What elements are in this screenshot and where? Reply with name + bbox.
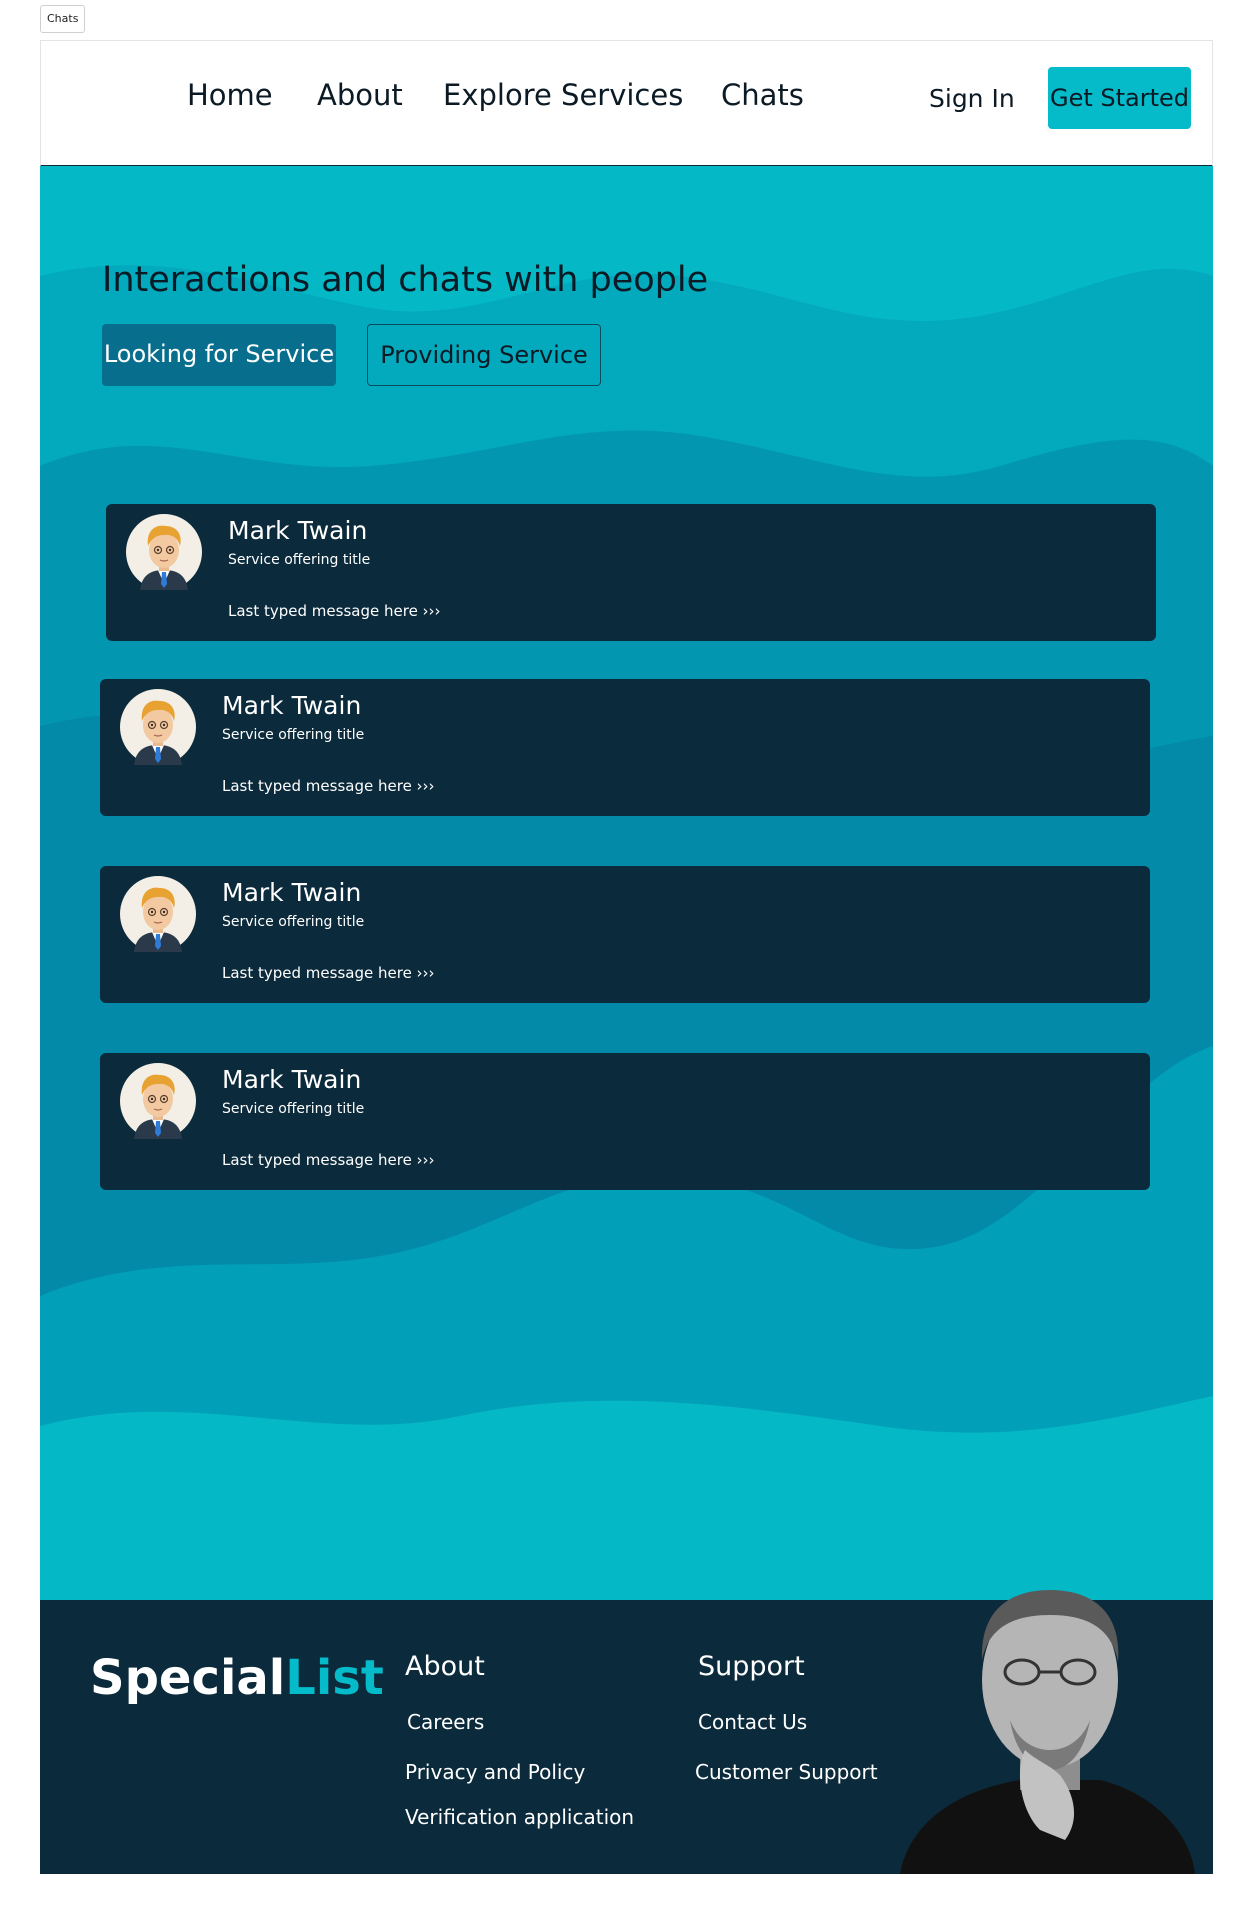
browser-tab-label: Chats	[40, 5, 86, 33]
chat-service-title: Service offering title	[222, 1101, 365, 1117]
chat-last-message: Last typed message here ›››	[222, 1151, 435, 1169]
brand-logo[interactable]: SpecialList	[90, 1648, 384, 1708]
footer-link-privacy[interactable]: Privacy and Policy	[405, 1758, 585, 1786]
footer-link-verification[interactable]: Verification application	[405, 1803, 634, 1831]
chat-service-title: Service offering title	[222, 914, 365, 930]
chat-service-title: Service offering title	[228, 552, 371, 568]
avatar	[120, 876, 196, 952]
site-footer: SpecialList About Careers Privacy and Po…	[40, 1590, 1213, 1874]
footer-support-heading: Support	[698, 1651, 805, 1682]
chat-card[interactable]: Mark Twain Service offering title Last t…	[100, 866, 1150, 1003]
footer-link-contact[interactable]: Contact Us	[698, 1708, 807, 1736]
logo-main-text: Special	[90, 1650, 286, 1706]
nav-explore-services[interactable]: Explore Services	[443, 75, 683, 115]
footer-link-customer-support[interactable]: Customer Support	[695, 1758, 878, 1786]
get-started-button[interactable]: Get Started	[1048, 67, 1191, 129]
person-portrait-image	[900, 1590, 1195, 1874]
nav-home[interactable]: Home	[187, 75, 273, 115]
avatar	[126, 514, 202, 590]
chat-card[interactable]: Mark Twain Service offering title Last t…	[106, 504, 1156, 641]
top-navigation: Home About Explore Services Chats Sign I…	[40, 40, 1213, 167]
footer-about-heading: About	[405, 1651, 485, 1682]
chat-last-message: Last typed message here ›››	[222, 964, 435, 982]
footer-link-careers[interactable]: Careers	[407, 1708, 484, 1736]
logo-accent-text: List	[285, 1650, 384, 1706]
sign-in-link[interactable]: Sign In	[929, 79, 1015, 119]
chat-user-name: Mark Twain	[222, 691, 362, 720]
page-title: Interactions and chats with people	[102, 260, 709, 300]
chat-user-name: Mark Twain	[228, 516, 368, 545]
chat-user-name: Mark Twain	[222, 878, 362, 907]
user-avatar-icon	[126, 514, 202, 590]
nav-chats[interactable]: Chats	[721, 75, 804, 115]
nav-about[interactable]: About	[317, 75, 403, 115]
tab-providing-service[interactable]: Providing Service	[367, 324, 601, 386]
chat-last-message: Last typed message here ›››	[228, 602, 441, 620]
chat-user-name: Mark Twain	[222, 1065, 362, 1094]
chat-card[interactable]: Mark Twain Service offering title Last t…	[100, 1053, 1150, 1190]
user-avatar-icon	[120, 1063, 196, 1139]
chat-last-message: Last typed message here ›››	[222, 777, 435, 795]
avatar	[120, 1063, 196, 1139]
chats-hero-section: Interactions and chats with people Looki…	[40, 166, 1213, 1600]
page-frame: Home About Explore Services Chats Sign I…	[40, 40, 1213, 1874]
avatar	[120, 689, 196, 765]
chat-service-title: Service offering title	[222, 727, 365, 743]
user-avatar-icon	[120, 876, 196, 952]
chat-card[interactable]: Mark Twain Service offering title Last t…	[100, 679, 1150, 816]
tab-looking-for-service[interactable]: Looking for Service	[102, 324, 336, 386]
user-avatar-icon	[120, 689, 196, 765]
